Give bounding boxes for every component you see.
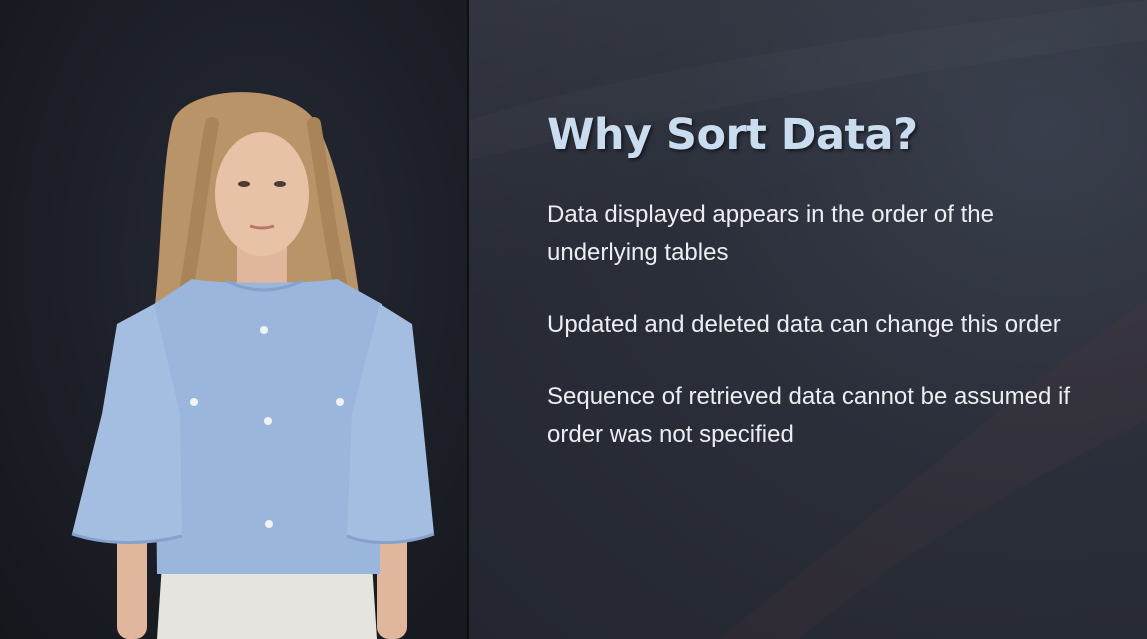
video-frame: Why Sort Data? Data displayed appears in… xyxy=(0,0,1147,639)
slide-panel: Why Sort Data? Data displayed appears in… xyxy=(469,0,1147,639)
presenter-pants xyxy=(157,564,377,639)
presenter-figure xyxy=(71,92,435,639)
slide-bullet: Updated and deleted data can change this… xyxy=(547,311,1061,338)
slide-title: Why Sort Data? xyxy=(547,110,918,160)
slide-bullet-list: Data displayed appears in the order of t… xyxy=(547,196,1087,488)
slide-bullet: Data displayed appears in the order of t… xyxy=(547,201,994,266)
slide-bullet: Sequence of retrieved data cannot be ass… xyxy=(547,383,1071,448)
presenter-panel xyxy=(0,0,467,639)
presenter-face xyxy=(215,132,309,256)
